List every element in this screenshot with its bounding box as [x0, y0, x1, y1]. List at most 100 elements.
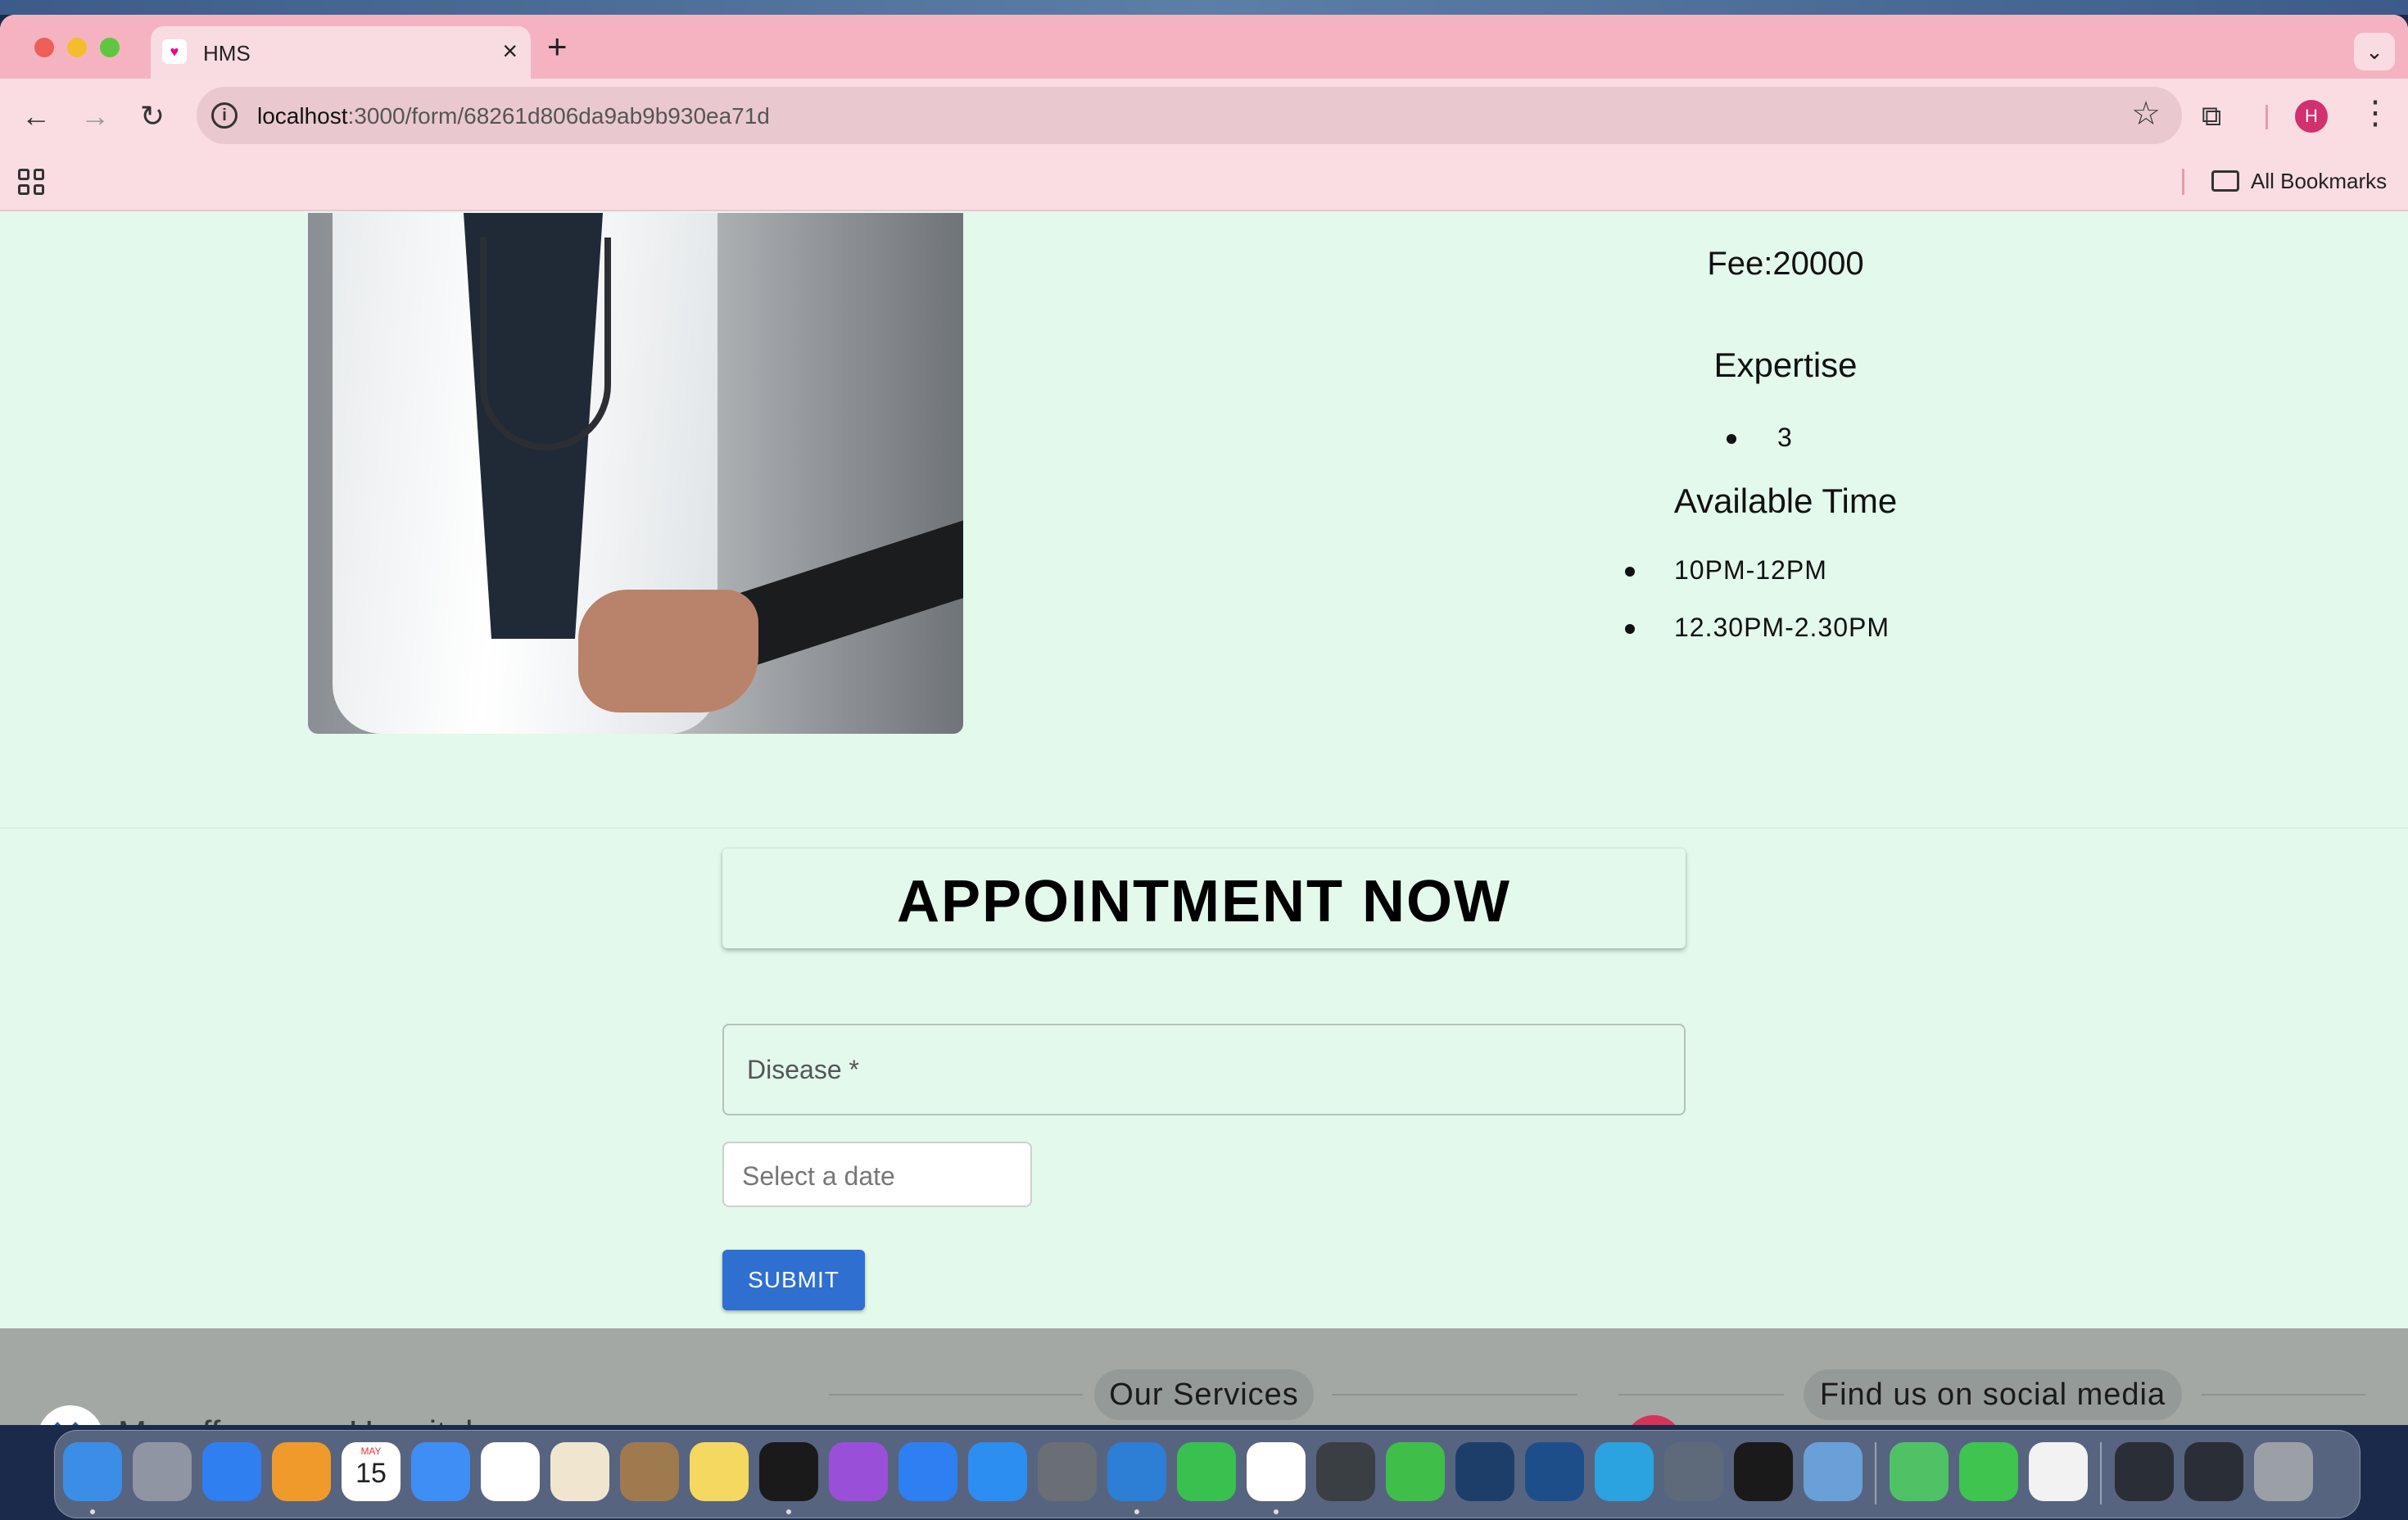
- social-icon[interactable]: [1625, 1415, 1682, 1425]
- tab-title: HMS: [203, 41, 251, 66]
- bullet: [1625, 624, 1635, 634]
- reminders-icon[interactable]: [481, 1442, 540, 1501]
- running-indicator: [1134, 1509, 1139, 1514]
- new-tab-button[interactable]: +: [547, 29, 568, 64]
- keynote-icon[interactable]: [898, 1442, 957, 1501]
- puzzle-icon[interactable]: ⧉: [2202, 100, 2234, 133]
- url-text[interactable]: localhost:3000/form/68261d806da9ab9b930e…: [257, 103, 770, 129]
- telegram-icon[interactable]: [1595, 1442, 1654, 1501]
- tab-hms[interactable]: ♥ HMS ×: [151, 26, 531, 79]
- bullet: [1625, 567, 1635, 577]
- app-store-icon[interactable]: [968, 1442, 1027, 1501]
- textedit-icon[interactable]: [2029, 1442, 2088, 1501]
- quicktime-icon[interactable]: [1316, 1442, 1375, 1501]
- photo-hand: [578, 590, 758, 712]
- date-input[interactable]: Select a date: [722, 1142, 1032, 1207]
- footer: ✖ Muzaffarnagar Hospital Our Services Fi…: [0, 1328, 2408, 1425]
- folder-icon[interactable]: [2211, 170, 2239, 192]
- footer-rule: [1618, 1394, 1784, 1396]
- url-path: :3000/form/68261d806da9ab9b930ea71d: [347, 103, 770, 129]
- footer-rule: [1332, 1394, 1577, 1396]
- logo-cross-icon: ✖: [46, 1415, 87, 1426]
- launchpad-icon[interactable]: [133, 1442, 192, 1501]
- all-bookmarks-link[interactable]: All Bookmarks: [2251, 169, 2387, 194]
- section-divider: [0, 827, 2408, 829]
- social-media-heading: Find us on social media: [1804, 1369, 2182, 1420]
- window-thumbnail-icon[interactable]: [2115, 1442, 2174, 1501]
- running-indicator: [786, 1509, 791, 1514]
- finder-icon[interactable]: [63, 1442, 122, 1501]
- kebab-icon[interactable]: ⋮: [2359, 97, 2392, 129]
- available-time-heading: Available Time: [1673, 482, 1898, 520]
- tab-search-button[interactable]: ⌄: [2354, 33, 2395, 70]
- date-placeholder: Select a date: [742, 1161, 895, 1191]
- bullet: [1727, 434, 1736, 444]
- close-tab-icon[interactable]: ×: [502, 36, 518, 66]
- info-icon[interactable]: i: [211, 102, 238, 129]
- dock-separator: [1875, 1442, 1876, 1504]
- chrome-icon[interactable]: [1247, 1442, 1306, 1501]
- contacts-icon[interactable]: [620, 1442, 679, 1501]
- hospital-logo-icon: ✖: [38, 1405, 103, 1425]
- dock: MAY 15: [54, 1430, 2360, 1518]
- calendar-month: MAY: [360, 1445, 382, 1457]
- calendar-icon[interactable]: MAY 15: [342, 1442, 401, 1501]
- desktop-wallpaper: [0, 0, 2408, 15]
- pages-icon[interactable]: [272, 1442, 331, 1501]
- activity-monitor-icon[interactable]: [1734, 1442, 1793, 1501]
- minimize-window-button[interactable]: [67, 38, 87, 57]
- safari-icon[interactable]: [202, 1442, 261, 1501]
- forward-button[interactable]: →: [72, 93, 118, 139]
- system-settings-icon[interactable]: [1038, 1442, 1097, 1501]
- time-value: 10PM-12PM: [1674, 555, 1827, 585]
- profile-avatar[interactable]: H: [2295, 100, 2328, 133]
- mail-icon[interactable]: [411, 1442, 470, 1501]
- reload-button[interactable]: ↻: [129, 93, 175, 139]
- appointment-title: APPOINTMENT NOW: [897, 869, 1511, 934]
- running-indicator: [90, 1509, 95, 1514]
- submit-button[interactable]: SUBMIT: [722, 1250, 865, 1310]
- photo-stethoscope: [480, 238, 611, 450]
- star-icon[interactable]: ☆: [2131, 95, 2161, 133]
- notes-icon[interactable]: [690, 1442, 749, 1501]
- apps-grid-icon[interactable]: [18, 169, 44, 195]
- disease-input[interactable]: Disease *: [722, 1024, 1686, 1115]
- fee-text: Fee:20000: [1707, 246, 1864, 282]
- doctor-photo: [308, 213, 963, 734]
- database-app-icon[interactable]: [1804, 1442, 1863, 1501]
- hospital-name: Muzaffarnagar Hospital: [118, 1414, 473, 1425]
- footer-rule: [829, 1394, 1083, 1396]
- calendar-day: 15: [355, 1458, 387, 1489]
- numbers-icon[interactable]: [1386, 1442, 1445, 1501]
- trash-icon[interactable]: [2254, 1442, 2313, 1501]
- whatsapp-icon[interactable]: [1959, 1442, 2018, 1501]
- zoom-window-button[interactable]: [100, 38, 120, 57]
- find-my-icon[interactable]: [1890, 1442, 1949, 1501]
- podcasts-icon[interactable]: [829, 1442, 888, 1501]
- browser-window: ♥ HMS × + ⌄ ← → ↻ i localhost:3000/form/…: [0, 15, 2408, 1425]
- running-indicator: [1274, 1509, 1279, 1514]
- toolbar: ← → ↻ i localhost:3000/form/68261d806da9…: [0, 79, 2408, 154]
- expertise-heading: Expertise: [1713, 346, 1858, 384]
- iphone-mirroring-icon[interactable]: [1664, 1442, 1723, 1501]
- page-content: Fee:20000 Expertise 3 Available Time 10P…: [0, 213, 2408, 1425]
- our-services-heading: Our Services: [1094, 1369, 1314, 1420]
- photos-icon[interactable]: [550, 1442, 609, 1501]
- facetime-icon[interactable]: [1177, 1442, 1236, 1501]
- vscode-icon[interactable]: [1107, 1442, 1166, 1501]
- bookmarks-bar: All Bookmarks: [0, 154, 2408, 211]
- favicon-icon: ♥: [162, 39, 187, 64]
- cloud-app-icon[interactable]: [1455, 1442, 1514, 1501]
- disease-label: Disease *: [747, 1055, 859, 1084]
- terminal-icon[interactable]: [759, 1442, 818, 1501]
- close-window-button[interactable]: [34, 38, 54, 57]
- gem-app-icon[interactable]: [1525, 1442, 1584, 1501]
- bookmarks-divider: [2182, 169, 2184, 195]
- expertise-value: 3: [1777, 423, 1793, 452]
- appointment-heading-card: APPOINTMENT NOW: [722, 848, 1686, 948]
- back-button[interactable]: ←: [13, 93, 59, 139]
- address-bar[interactable]: i localhost:3000/form/68261d806da9ab9b93…: [197, 87, 2182, 144]
- toolbar-divider: [2265, 105, 2268, 129]
- footer-rule: [2202, 1394, 2365, 1396]
- window-thumbnail-icon[interactable]: [2184, 1442, 2243, 1501]
